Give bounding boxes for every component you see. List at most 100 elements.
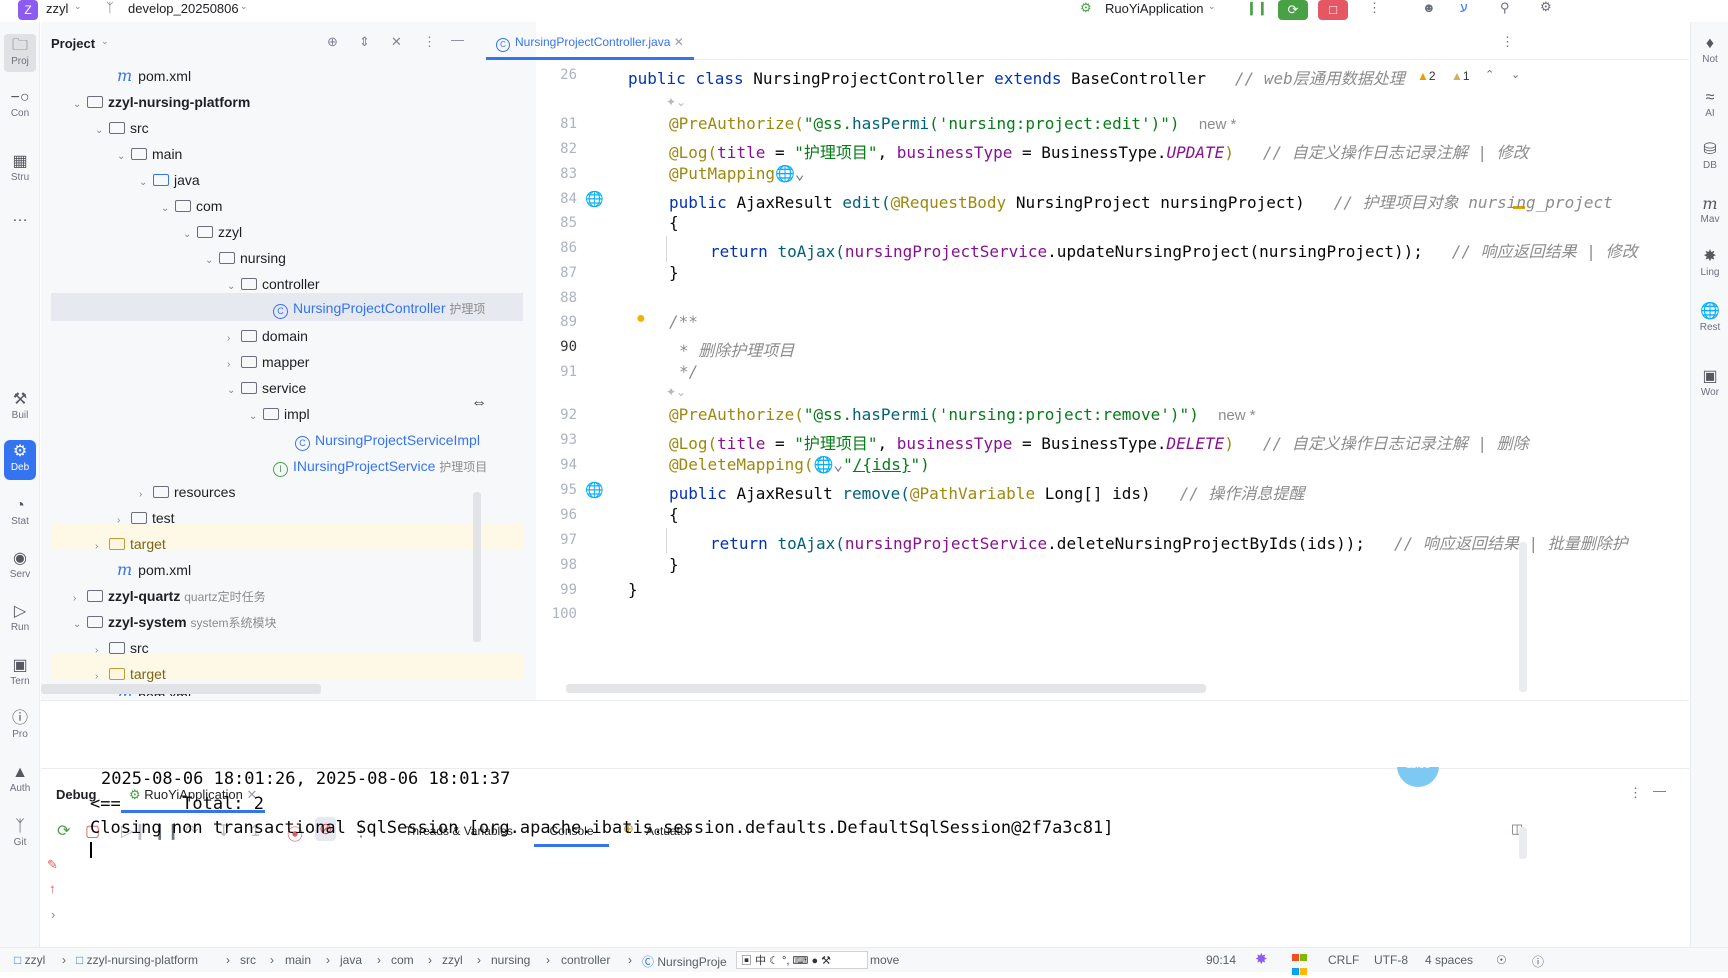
code-line[interactable]: /**: [669, 312, 698, 331]
code-line[interactable]: @PreAuthorize("@ss.hasPermi('nursing:pro…: [669, 405, 1256, 424]
expand-all-icon[interactable]: ⇕: [359, 34, 370, 50]
run-config-selector[interactable]: RuoYiApplication: [1105, 1, 1204, 16]
tree-item[interactable]: ⌄ impl: [249, 400, 310, 428]
endpoint-gutter-icon[interactable]: 🌐: [585, 481, 604, 499]
tree-item[interactable]: › target: [95, 530, 166, 558]
tool-services[interactable]: ◉ Serv: [4, 549, 36, 580]
tool-run[interactable]: ▷ Run: [4, 602, 36, 633]
add-user-icon[interactable]: ☻: [1422, 0, 1436, 15]
scroll-up-icon[interactable]: ↑: [49, 881, 56, 896]
tool-commit[interactable]: −○ Con: [4, 88, 36, 119]
ime-toolbar[interactable]: ▣ 中 ☾ °, ⌨ ● ⚒: [736, 951, 868, 969]
breadcrumb[interactable]: □ zzyl-nursing-platform: [76, 953, 198, 967]
tool-debug[interactable]: ⚙ Deb: [4, 440, 36, 480]
breadcrumb[interactable]: src: [240, 953, 256, 967]
code-line[interactable]: */: [679, 362, 698, 381]
code-line[interactable]: return toAjax(nursingProjectService.upda…: [710, 238, 1638, 262]
tool-structure[interactable]: ▦ Stru: [4, 152, 36, 183]
ai-hint-icon[interactable]: ✦⌄: [666, 95, 686, 109]
code-line[interactable]: {: [669, 505, 679, 524]
info-icon[interactable]: ⓘ: [1532, 953, 1544, 970]
indent-setting[interactable]: 4 spaces: [1425, 953, 1473, 967]
tree-item[interactable]: › zzyl-quartz quartz定时任务: [73, 582, 266, 610]
tool-notifications[interactable]: ♦ Not: [1694, 34, 1726, 65]
more-icon[interactable]: ⋮: [1368, 0, 1381, 16]
weak-warning-icon[interactable]: ▲1: [1451, 69, 1470, 83]
line-separator[interactable]: CRLF: [1328, 953, 1359, 967]
tree-item[interactable]: ⌄ com: [161, 192, 222, 220]
branch-name[interactable]: develop_20250806: [128, 1, 239, 16]
tool-terminal[interactable]: ▣ Tern: [4, 656, 36, 687]
breadcrumb[interactable]: main: [285, 953, 311, 967]
globe-icon[interactable]: 🌐⌄: [775, 164, 805, 183]
breadcrumb[interactable]: nursing: [491, 953, 530, 967]
translate-icon[interactable]: ע: [1460, 0, 1468, 15]
endpoint-gutter-icon[interactable]: 🌐: [585, 190, 604, 208]
rerun-icon[interactable]: ⟳: [57, 821, 70, 841]
tree-item[interactable]: I INursingProjectService 护理项目: [273, 452, 523, 480]
collapse-all-icon[interactable]: ✕: [391, 34, 402, 50]
lightbulb-icon[interactable]: ●: [636, 310, 646, 328]
tree-item[interactable]: mpom.xml: [117, 556, 191, 584]
breadcrumb[interactable]: move: [870, 953, 899, 967]
tree-item[interactable]: ⌄ src: [95, 114, 149, 142]
project-name[interactable]: zzyl: [46, 1, 68, 16]
search-icon[interactable]: ⚲: [1500, 0, 1510, 16]
tool-rest[interactable]: 🌐 Rest: [1694, 302, 1726, 333]
next-highlight-icon[interactable]: ⌄: [1511, 68, 1520, 81]
pause-icon[interactable]: ❙❙: [1246, 0, 1268, 16]
file-encoding[interactable]: UTF-8: [1374, 953, 1408, 967]
tool-statistic[interactable]: ◔ Stat: [4, 496, 36, 527]
stop-button[interactable]: □: [1318, 0, 1348, 20]
breadcrumb[interactable]: □ zzyl: [14, 953, 45, 967]
tree-item[interactable]: ⌄ main: [117, 140, 182, 168]
breadcrumb[interactable]: zzyl: [442, 953, 463, 967]
code-line[interactable]: }: [669, 555, 679, 574]
console-scrollbar[interactable]: [1519, 827, 1527, 859]
caret-position[interactable]: 90:14: [1206, 953, 1236, 967]
tree-vertical-scrollbar[interactable]: [473, 492, 481, 642]
settings-icon[interactable]: ⚙: [1540, 0, 1552, 15]
tool-git[interactable]: ᛉ Git: [4, 817, 36, 848]
warning-icon[interactable]: ▲2: [1417, 69, 1436, 83]
tree-item[interactable]: ⌄ zzyl-system system系统模块: [73, 608, 277, 636]
code-line[interactable]: @DeleteMapping(🌐⌄"/{ids}"): [669, 455, 930, 474]
code-line[interactable]: @PreAuthorize("@ss.hasPermi('nursing:pro…: [669, 114, 1236, 133]
tree-item[interactable]: ⌄ zzyl: [183, 218, 242, 246]
tool-word[interactable]: ▣ Wor: [1694, 367, 1726, 398]
expand-icon[interactable]: ›: [51, 907, 55, 922]
breadcrumb[interactable]: com: [391, 953, 414, 967]
resize-handle-icon[interactable]: ⇔: [471, 394, 487, 412]
tool-database[interactable]: ⛁ DB: [1694, 140, 1726, 171]
breadcrumb[interactable]: Ⓒ NursingProje: [642, 953, 727, 970]
tree-item[interactable]: ⌄ service: [227, 374, 306, 402]
tool-build[interactable]: ⚒ Buil: [4, 390, 36, 421]
tool-project[interactable]: 🗀 Proj: [4, 34, 36, 72]
tool-auth[interactable]: ▲ Auth: [4, 763, 36, 794]
tree-item[interactable]: › domain: [227, 322, 308, 350]
tree-item[interactable]: › src: [95, 634, 149, 662]
close-icon[interactable]: ✕: [674, 35, 684, 49]
code-line[interactable]: @Log(title = "护理项目", businessType = Busi…: [669, 139, 1529, 163]
tree-item[interactable]: ⌄ nursing: [205, 244, 286, 272]
code-line[interactable]: public AjaxResult remove(@PathVariable L…: [669, 480, 1305, 504]
code-line[interactable]: public class NursingProjectController ex…: [628, 65, 1405, 89]
tree-item[interactable]: ⌄ java: [139, 166, 200, 194]
more-icon[interactable]: ⋮: [423, 34, 436, 50]
lock-icon[interactable]: ☉: [1496, 953, 1507, 967]
tree-item[interactable]: mpom.xml: [117, 62, 191, 90]
tool-problems[interactable]: ⓘ Pro: [4, 709, 36, 740]
tool-ai[interactable]: ≈ AI: [1694, 88, 1726, 119]
tree-item[interactable]: C NursingProjectServiceImpl: [295, 426, 523, 454]
project-panel-title[interactable]: Project: [51, 36, 95, 51]
tree-item[interactable]: › resources: [139, 478, 235, 506]
minimize-icon[interactable]: —: [451, 32, 464, 47]
code-line[interactable]: public AjaxResult edit(@RequestBody Nurs…: [669, 189, 1613, 213]
locate-icon[interactable]: ⊕: [327, 34, 338, 50]
breadcrumb[interactable]: controller: [561, 953, 610, 967]
tree-horizontal-scrollbar[interactable]: [41, 684, 321, 694]
rerun-button[interactable]: ⟳: [1278, 0, 1308, 20]
code-line[interactable]: * 删除护理项目: [679, 337, 794, 361]
minimize-icon[interactable]: —: [1653, 783, 1666, 798]
console-caret[interactable]: [90, 842, 92, 858]
